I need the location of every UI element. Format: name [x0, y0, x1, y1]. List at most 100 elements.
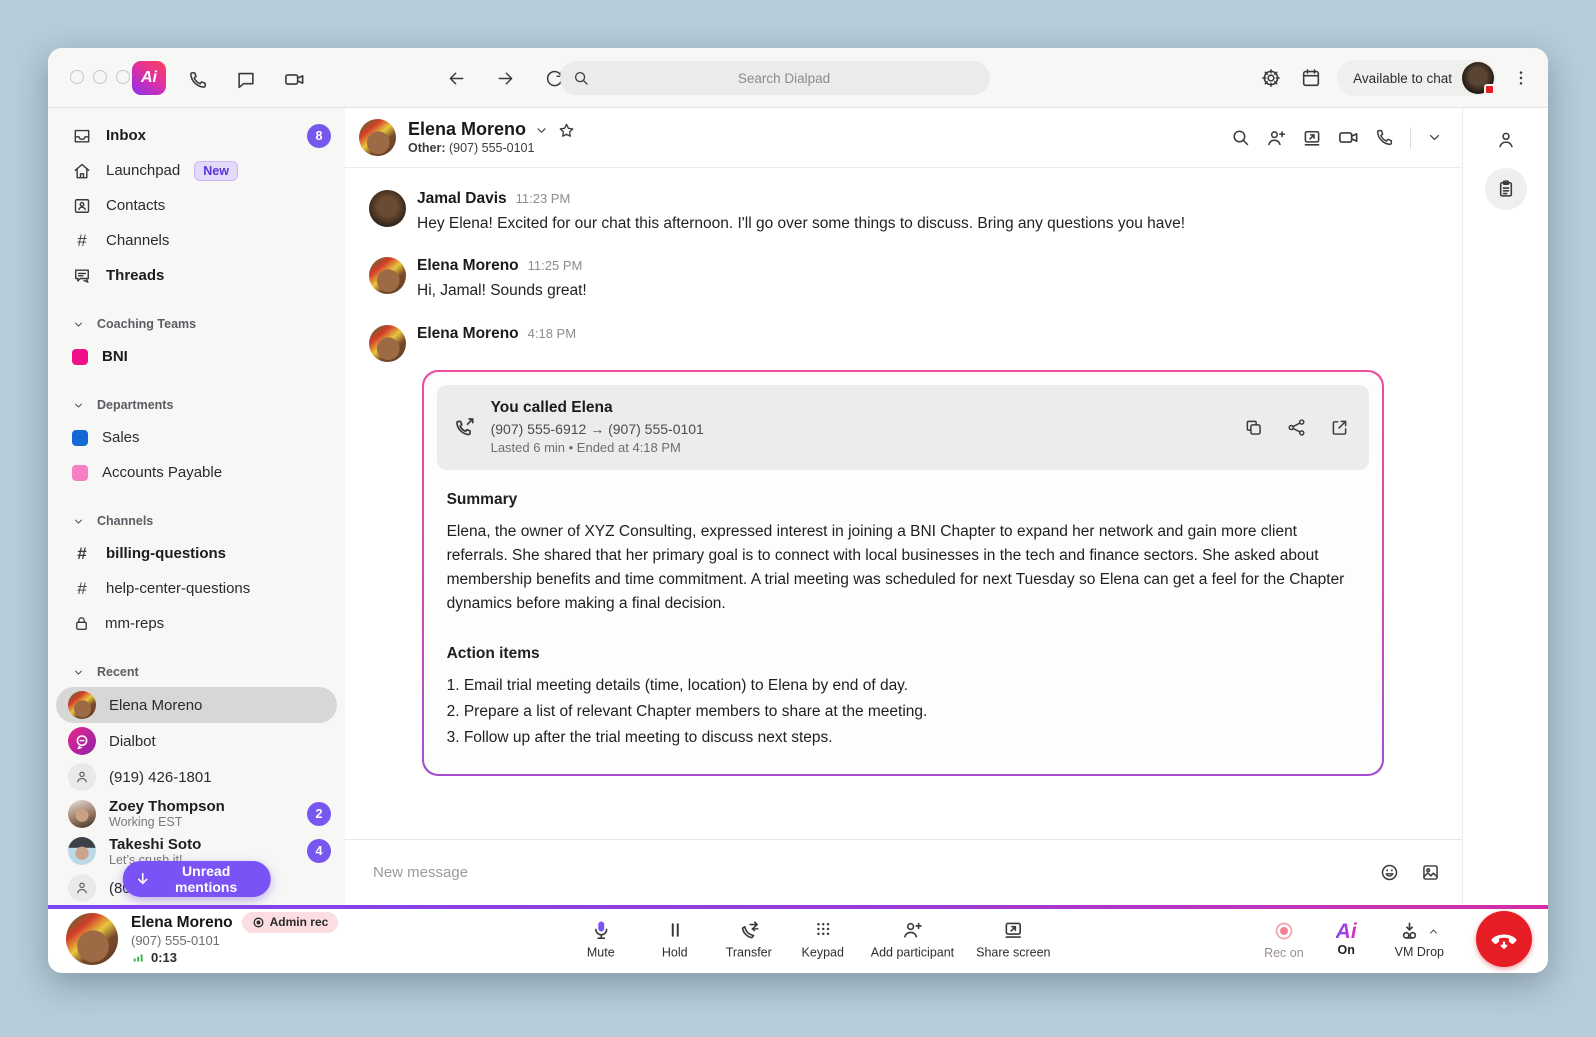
window-controls[interactable]: [70, 70, 130, 84]
add-people-button[interactable]: [1262, 124, 1290, 152]
calendar-icon: [1300, 67, 1322, 89]
share-screen-call-button[interactable]: Share screen: [970, 915, 1056, 964]
hold-button[interactable]: Hold: [643, 915, 707, 964]
arrow-down-icon: [134, 869, 150, 889]
search-icon: [572, 69, 590, 87]
calendar-button[interactable]: [1297, 64, 1325, 92]
image-icon: [1420, 862, 1441, 883]
hang-up-icon: [1488, 923, 1520, 955]
section-recent[interactable]: Recent: [48, 657, 345, 687]
vm-drop-button[interactable]: VM Drop: [1389, 919, 1450, 960]
recent-item-phone-1[interactable]: (919) 426-1801: [48, 759, 345, 795]
end-call-button[interactable]: [1476, 911, 1532, 967]
right-rail: [1463, 108, 1548, 905]
recent-item-dialbot[interactable]: Dialbot: [48, 723, 345, 759]
availability-label: Available to chat: [1353, 71, 1452, 86]
summary-text: Elena, the owner of XYZ Consulting, expr…: [447, 520, 1360, 616]
availability-menu[interactable]: Available to chat: [1337, 60, 1496, 96]
meetings-button[interactable]: [280, 65, 309, 94]
attach-image-button[interactable]: [1417, 859, 1444, 886]
action-item: 1. Email trial meeting details (time, lo…: [447, 674, 1360, 698]
call-button[interactable]: [184, 66, 212, 94]
top-right-tools: Available to chat: [1257, 60, 1534, 96]
messages-button[interactable]: [232, 66, 260, 94]
sidebar-item-sales[interactable]: Sales: [48, 420, 345, 455]
copy-summary-button[interactable]: [1240, 414, 1267, 441]
message-list[interactable]: Jamal Davis 11:23 PM Hey Elena! Excited …: [345, 168, 1462, 839]
recent-item-label: Takeshi Soto: [109, 836, 294, 853]
video-call-button[interactable]: [1334, 123, 1363, 152]
emoji-picker-button[interactable]: [1376, 859, 1403, 886]
global-search[interactable]: [560, 61, 990, 95]
sidebar-item-label: Inbox: [106, 127, 293, 144]
chevron-down-icon: [72, 515, 85, 528]
keypad-button[interactable]: Keypad: [791, 915, 855, 964]
unread-count-badge: 4: [307, 839, 331, 863]
section-coaching-teams[interactable]: Coaching Teams: [48, 309, 345, 339]
sidebar-item-label: BNI: [102, 348, 331, 365]
search-input[interactable]: [590, 70, 978, 87]
action-items-heading: Action items: [447, 642, 1360, 666]
open-call-details-button[interactable]: [1326, 414, 1353, 441]
conversation-title: Elena Moreno: [408, 119, 526, 141]
ai-toggle-label: On: [1337, 943, 1354, 957]
person-add-icon: [901, 919, 924, 942]
sidebar-item-bni[interactable]: BNI: [48, 339, 345, 374]
recent-item-zoey-thompson[interactable]: Zoey Thompson Working EST 2: [48, 795, 345, 833]
record-dot-icon: [252, 916, 265, 929]
call-meta: Lasted 6 min • Ended at 4:18 PM: [491, 439, 1227, 458]
new-tag: New: [194, 161, 238, 181]
forward-button[interactable]: [492, 65, 519, 92]
team-color-swatch: [72, 349, 88, 365]
share-screen-button[interactable]: [1298, 124, 1326, 152]
sidebar-item-label: Accounts Payable: [102, 464, 331, 481]
avatar[interactable]: [369, 190, 406, 227]
settings-gear-button[interactable]: [1257, 64, 1285, 92]
sidebar-item-help-center-questions[interactable]: # help-center-questions: [48, 571, 345, 606]
section-departments[interactable]: Departments: [48, 390, 345, 420]
window-minimize-button[interactable]: [93, 70, 107, 84]
avatar[interactable]: [369, 325, 406, 362]
sidebar-item-accounts-payable[interactable]: Accounts Payable: [48, 455, 345, 490]
sidebar-item-launchpad[interactable]: Launchpad New: [48, 153, 345, 188]
mute-button[interactable]: Mute: [569, 915, 633, 964]
chevron-down-icon[interactable]: [534, 123, 549, 138]
unread-mentions-button[interactable]: Unread mentions: [122, 861, 271, 897]
transfer-call-icon: [737, 919, 760, 942]
recording-indicator[interactable]: Rec on: [1264, 919, 1304, 960]
voice-call-button[interactable]: [1371, 124, 1398, 151]
window-close-button[interactable]: [70, 70, 84, 84]
notes-panel-button[interactable]: [1485, 168, 1527, 210]
sidebar-item-billing-questions[interactable]: # billing-questions: [48, 536, 345, 571]
back-button[interactable]: [443, 65, 470, 92]
overflow-menu-button[interactable]: [1508, 65, 1534, 91]
summary-heading: Summary: [447, 488, 1360, 512]
sidebar-item-contacts[interactable]: Contacts: [48, 188, 345, 223]
external-link-icon: [1329, 417, 1350, 438]
favorite-star-icon[interactable]: [557, 121, 576, 140]
recent-item-elena-moreno[interactable]: Elena Moreno: [56, 687, 337, 723]
section-channels[interactable]: Channels: [48, 506, 345, 536]
sidebar-item-inbox[interactable]: Inbox 8: [48, 118, 345, 153]
window-zoom-button[interactable]: [116, 70, 130, 84]
call-bar-right: Rec on Ai On VM Drop: [1264, 911, 1532, 967]
sidebar-item-threads[interactable]: Threads: [48, 258, 345, 293]
conversation-avatar[interactable]: [359, 119, 396, 156]
new-message-input[interactable]: [371, 863, 1362, 882]
call-title: You called Elena: [491, 397, 1227, 419]
bot-chat-icon: [73, 732, 91, 750]
contact-details-button[interactable]: [1492, 126, 1520, 154]
call-party-number: (907) 555-0101: [131, 933, 338, 949]
more-actions-button[interactable]: [1423, 126, 1446, 149]
sidebar-item-mm-reps[interactable]: mm-reps: [48, 606, 345, 641]
keypad-icon: [811, 919, 834, 942]
transfer-button[interactable]: Transfer: [717, 915, 781, 964]
avatar[interactable]: [369, 257, 406, 294]
sidebar-item-channels[interactable]: # Channels: [48, 223, 345, 258]
share-summary-button[interactable]: [1283, 414, 1310, 441]
add-participant-button[interactable]: Add participant: [865, 915, 960, 964]
control-label: Transfer: [726, 946, 772, 960]
chevron-down-icon: [1426, 129, 1443, 146]
ai-toggle-button[interactable]: Ai On: [1330, 920, 1363, 958]
search-conversation-button[interactable]: [1227, 124, 1254, 151]
